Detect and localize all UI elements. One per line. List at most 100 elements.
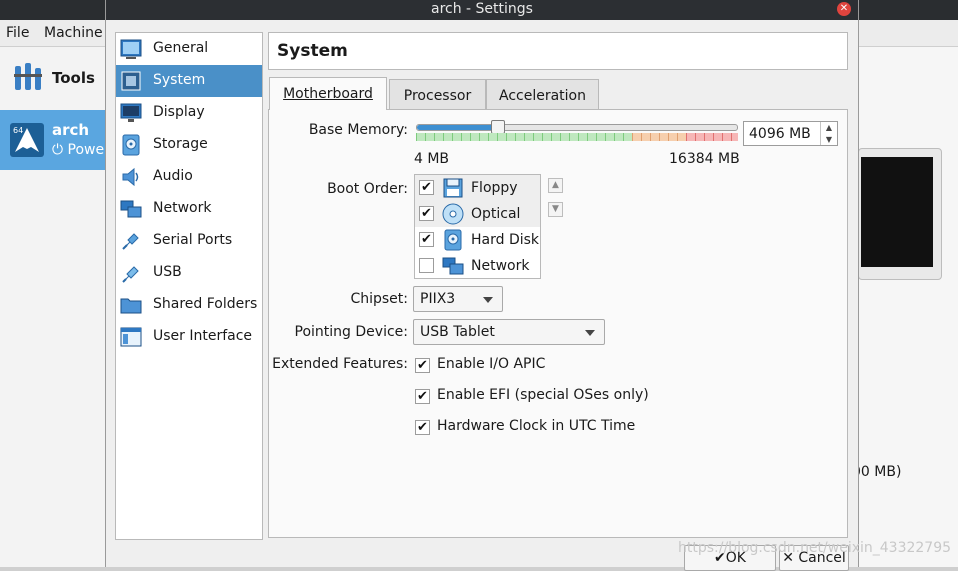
spin-down-icon[interactable]: ▼	[821, 134, 837, 145]
boot-item-network[interactable]: Network	[415, 253, 540, 279]
dialog-titlebar: arch - Settings ✕	[106, 0, 858, 20]
page-header: System	[268, 32, 848, 70]
boot-checkbox[interactable]: ✔	[419, 232, 434, 247]
chevron-down-icon	[585, 330, 595, 336]
sidebar-item-user-interface[interactable]: User Interface	[116, 321, 262, 353]
move-up-icon[interactable]: ▲	[548, 178, 563, 193]
tools-item[interactable]: Tools	[0, 52, 106, 104]
boot-item-floppy[interactable]: ✔ Floppy	[415, 175, 540, 201]
chevron-down-icon	[483, 297, 493, 303]
base-memory-label: Base Memory:	[308, 122, 408, 138]
usb-icon	[122, 266, 139, 283]
spin-up-icon[interactable]: ▲	[821, 122, 837, 133]
boot-checkbox[interactable]: ✔	[419, 206, 434, 221]
serial-ports-icon	[122, 233, 139, 250]
vm-name: arch	[52, 121, 90, 139]
sidebar-item-label: General	[153, 40, 209, 56]
tools-label: Tools	[52, 69, 95, 87]
memory-scale-danger	[686, 133, 738, 141]
storage-icon	[122, 134, 140, 156]
efi-checkbox[interactable]: ✔	[415, 389, 430, 404]
menu-file[interactable]: File	[6, 25, 29, 41]
vm-list-item[interactable]: 64 arch ⏻ Powe	[0, 110, 106, 170]
close-icon[interactable]: ✕	[837, 2, 851, 16]
vm-state-text: Powe	[67, 142, 105, 158]
pointing-device-label: Pointing Device:	[294, 324, 408, 340]
io-apic-checkbox[interactable]: ✔	[415, 358, 430, 373]
memory-scale	[416, 133, 738, 141]
tab-label: Processor	[403, 88, 472, 104]
hard-disk-icon	[444, 229, 462, 251]
audio-icon	[122, 167, 139, 187]
sidebar-item-label: Serial Ports	[153, 232, 233, 248]
boot-item-hard-disk[interactable]: ✔ Hard Disk	[415, 227, 540, 253]
spin-buttons: ▲ ▼	[820, 122, 837, 145]
vm-state: ⏻ Powe	[52, 142, 104, 158]
memory-scale-warning	[632, 133, 686, 141]
network-icon	[442, 257, 464, 275]
sidebar-item-audio[interactable]: Audio	[116, 161, 262, 193]
boot-item-optical[interactable]: ✔ Optical	[415, 201, 540, 227]
sidebar-item-storage[interactable]: Storage	[116, 129, 262, 161]
tab-motherboard[interactable]: Motherboard	[269, 77, 387, 110]
chipset-select[interactable]: PIIX3	[413, 286, 503, 312]
tab-label: Acceleration	[499, 88, 586, 104]
floppy-icon	[443, 178, 463, 198]
sidebar-item-label: Shared Folders	[153, 296, 258, 312]
sidebar-item-label: Audio	[153, 168, 193, 184]
slider-fill	[417, 125, 497, 130]
general-icon	[120, 39, 142, 59]
pointing-device-select[interactable]: USB Tablet	[413, 319, 605, 345]
tab-label: Motherboard	[283, 86, 373, 102]
io-apic-label[interactable]: Enable I/O APIC	[437, 356, 545, 372]
base-memory-value[interactable]: 4096 MB	[749, 126, 811, 142]
sidebar-item-serial-ports[interactable]: Serial Ports	[116, 225, 262, 257]
slider-handle[interactable]	[491, 120, 505, 134]
efi-label[interactable]: Enable EFI (special OSes only)	[437, 387, 649, 403]
network-icon	[120, 200, 142, 218]
base-memory-spinbox[interactable]: 4096 MB ▲ ▼	[743, 121, 838, 146]
watermark: https://blog.csdn.net/weixin_43322795	[678, 540, 952, 556]
sidebar-item-label: System	[153, 72, 206, 88]
sidebar-item-shared-folders[interactable]: Shared Folders	[116, 289, 262, 321]
details-text: 00 MB)	[852, 464, 902, 480]
sidebar-item-network[interactable]: Network	[116, 193, 262, 225]
boot-checkbox[interactable]	[419, 258, 434, 273]
boot-item-label: Optical	[471, 206, 521, 222]
arch-logo-icon: 64	[10, 123, 44, 157]
utc-clock-label[interactable]: Hardware Clock in UTC Time	[437, 418, 635, 434]
settings-category-list: General System Display Storage Audio Net…	[115, 32, 263, 540]
memory-scale-safe	[416, 133, 632, 141]
chipset-label: Chipset:	[350, 291, 408, 307]
memory-min-label: 4 MB	[414, 151, 450, 167]
sidebar-item-label: User Interface	[153, 328, 253, 344]
display-icon	[120, 103, 142, 122]
boot-order-list: ✔ Floppy ✔ Optical ✔ Hard Disk Network	[414, 174, 541, 279]
move-down-icon[interactable]: ▼	[548, 202, 563, 217]
boot-checkbox[interactable]: ✔	[419, 180, 434, 195]
boot-order-label: Boot Order:	[327, 181, 408, 197]
page-title: System	[277, 41, 348, 61]
sidebar-item-label: Network	[153, 200, 212, 216]
manager-details-pane	[850, 47, 958, 567]
sidebar-item-label: Storage	[153, 136, 208, 152]
boot-item-label: Network	[471, 258, 530, 274]
tools-icon	[14, 63, 42, 90]
system-icon	[121, 71, 141, 91]
sidebar-item-display[interactable]: Display	[116, 97, 262, 129]
vm-preview	[858, 148, 942, 280]
base-memory-slider[interactable]	[416, 120, 738, 134]
sidebar-item-system[interactable]: System	[116, 65, 262, 97]
optical-disc-icon	[442, 203, 464, 225]
menu-machine[interactable]: Machine	[44, 25, 103, 41]
vm-preview-screen	[861, 157, 933, 267]
tab-acceleration[interactable]: Acceleration	[486, 79, 599, 109]
sidebar-item-general[interactable]: General	[116, 33, 262, 65]
pointing-device-value: USB Tablet	[420, 324, 495, 340]
tab-processor[interactable]: Processor	[389, 79, 486, 109]
sidebar-item-usb[interactable]: USB	[116, 257, 262, 289]
settings-dialog: arch - Settings ✕ General System Display…	[105, 0, 859, 571]
dialog-title: arch - Settings	[431, 1, 533, 17]
utc-clock-checkbox[interactable]: ✔	[415, 420, 430, 435]
sidebar-item-label: USB	[153, 264, 182, 280]
